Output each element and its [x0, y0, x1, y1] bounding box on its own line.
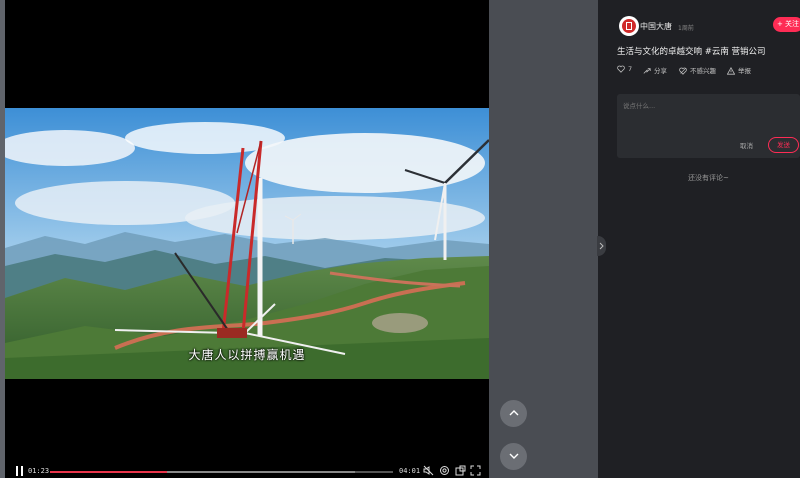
share-button[interactable]: 分享: [643, 65, 667, 75]
share-icon: [643, 68, 651, 74]
chevron-right-icon: [599, 242, 604, 250]
settings-icon[interactable]: [439, 465, 450, 476]
fullscreen-icon[interactable]: [470, 465, 481, 476]
post-title: 生活与文化的卓越交响 #云南 营销公司: [617, 47, 766, 57]
report-label: 举报: [738, 67, 751, 75]
pause-icon[interactable]: [16, 466, 24, 476]
video-frame[interactable]: 大唐人以拼搏赢机遇: [5, 108, 489, 379]
video-controls: 01:23 04:01: [5, 462, 489, 478]
not-interested-label: 不感兴趣: [690, 67, 716, 75]
send-button[interactable]: 发送: [768, 137, 799, 153]
pip-icon[interactable]: [455, 465, 466, 476]
chevron-down-icon: [509, 453, 518, 459]
report-button[interactable]: 举报: [726, 65, 751, 75]
video-player[interactable]: 大唐人以拼搏赢机遇 01:23 04:01: [5, 0, 489, 478]
video-frame-image: [5, 108, 489, 379]
next-video-button[interactable]: [500, 443, 527, 470]
comment-placeholder: 说点什么...: [623, 102, 656, 110]
duration: 04:01: [399, 467, 421, 475]
comment-input[interactable]: 说点什么... 取消 发送: [617, 94, 800, 158]
not-interested-button[interactable]: 不感兴趣: [679, 65, 716, 75]
current-time: 01:23: [28, 467, 50, 475]
empty-comments-text: 还没有评论~: [688, 174, 729, 182]
not-interested-icon: [679, 67, 687, 75]
cancel-button[interactable]: 取消: [740, 140, 753, 150]
chevron-up-icon: [509, 410, 518, 416]
previous-video-button[interactable]: [500, 400, 527, 427]
brand-logo: [622, 19, 636, 33]
progress-bar[interactable]: [50, 471, 393, 473]
like-count: 7: [628, 65, 633, 73]
author-name[interactable]: 中国大唐: [640, 21, 672, 32]
share-label: 分享: [654, 67, 667, 75]
post-time: 1周前: [678, 25, 694, 32]
heart-icon: [617, 65, 625, 73]
progress-fill: [50, 471, 167, 473]
follow-button[interactable]: + 关注: [773, 17, 800, 32]
author-avatar[interactable]: [619, 16, 639, 36]
like-button[interactable]: 7: [617, 65, 632, 73]
mute-icon[interactable]: [423, 465, 434, 476]
video-subtitle: 大唐人以拼搏赢机遇: [188, 348, 306, 362]
report-icon: [726, 66, 736, 75]
